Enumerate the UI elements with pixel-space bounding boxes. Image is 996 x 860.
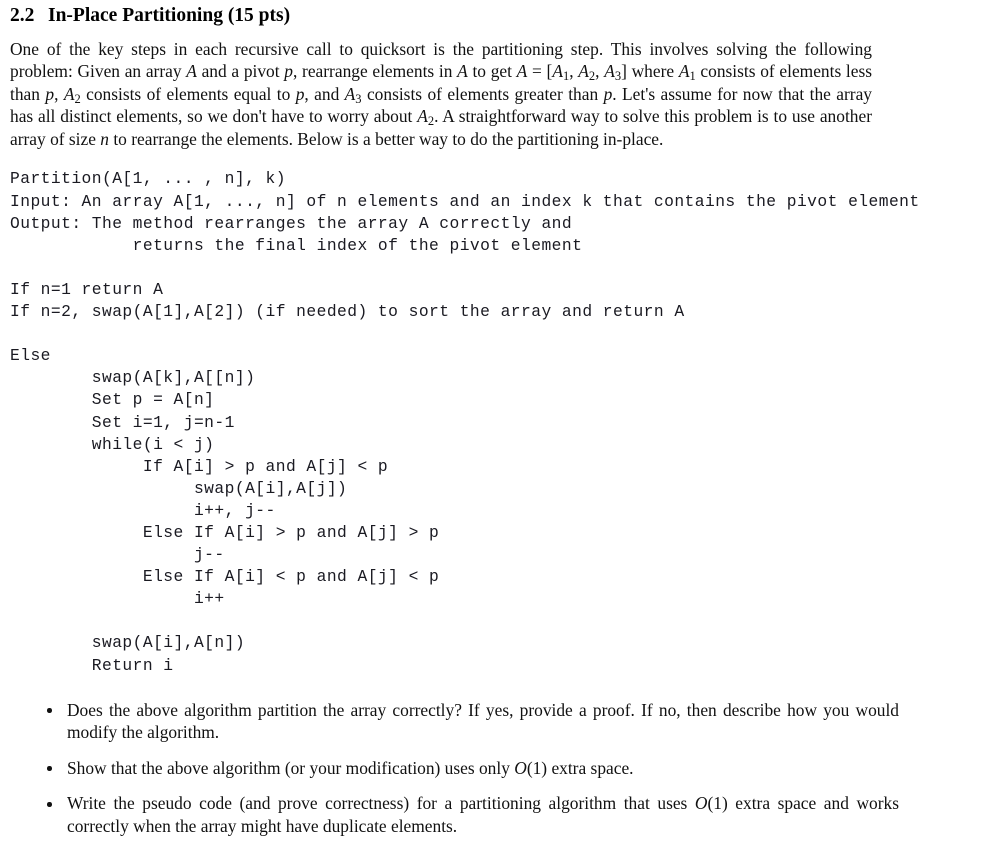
code-line: swap(A[i],A[n]): [10, 633, 246, 653]
code-line: Else: [10, 346, 51, 366]
math-var-A: A: [457, 61, 468, 82]
questions-list: Does the above algorithm partition the a…: [10, 677, 996, 838]
para-text-2: and a pivot: [196, 61, 285, 82]
math-var-A: A: [516, 61, 528, 82]
code-line: while(i < j): [10, 434, 215, 454]
para-text-11: consists of elements equal to: [80, 83, 296, 104]
para-text-8: where: [626, 61, 679, 82]
math-var-A-sub2: A2: [63, 83, 81, 105]
para-text-3: , rearrange elements in: [292, 61, 458, 82]
code-line: Return i: [10, 655, 174, 675]
para-comma-1: ,: [569, 61, 579, 82]
code-line: Input: An array A[1, ..., n] of n elemen…: [10, 191, 920, 211]
para-text-12: , and: [304, 83, 345, 104]
code-line: Output: The method rearranges the array …: [10, 213, 573, 233]
math-var-A-base: A: [344, 83, 356, 104]
bullet-dot-icon: [47, 801, 52, 807]
math-var-A-base: A: [604, 61, 615, 82]
code-line: returns the final index of the pivot ele…: [10, 235, 583, 255]
intro-paragraph: One of the key steps in each recursive c…: [10, 26, 872, 151]
question-text-lead: Write the pseudo code (and prove correct…: [67, 793, 695, 814]
pseudocode-block: Partition(A[1, ... , n], k) Input: An arr…: [10, 150, 996, 676]
code-line: If n=2, swap(A[1],A[2]) (if needed) to s…: [10, 302, 685, 322]
document-page: 2.2 In-Place Partitioning (15 pts) One of…: [10, 0, 996, 838]
math-var-A-sub2: A2: [578, 61, 595, 82]
code-line: Set p = A[n]: [10, 390, 215, 410]
bullet-dot-icon: [47, 708, 52, 713]
math-var-p: p: [45, 83, 55, 104]
code-line: swap(A[k],A[[n]): [10, 368, 256, 388]
para-text-10: ,: [54, 83, 64, 104]
math-big-o-arg: (1): [526, 757, 548, 778]
math-big-o: O: [694, 793, 708, 814]
section-heading: 2.2 In-Place Partitioning (15 pts): [10, 0, 996, 26]
code-line: i++: [10, 589, 225, 609]
code-line: Else If A[i] < p and A[j] < p: [10, 567, 440, 587]
section-title: In-Place Partitioning (15 pts): [48, 5, 291, 26]
list-item: Show that the above algorithm (or your m…: [40, 757, 899, 780]
code-line: j--: [10, 545, 225, 565]
code-line: Partition(A[1, ... , n], k): [10, 169, 286, 189]
math-var-A-sub3: A3: [604, 61, 621, 82]
para-text-4: to get: [467, 61, 517, 82]
list-item: Write the pseudo code (and prove correct…: [40, 792, 899, 837]
math-var-A-base: A: [678, 61, 690, 82]
code-line: Else If A[i] > p and A[j] > p: [10, 522, 440, 542]
math-var-A-base: A: [417, 106, 428, 127]
para-text-13: consists of elements greater than: [361, 83, 604, 104]
code-line: If A[i] > p and A[j] < p: [10, 456, 389, 476]
section-number: 2.2: [10, 5, 35, 26]
math-var-A-sub1: A1: [552, 61, 569, 82]
math-var-p: p: [284, 61, 293, 82]
math-big-o: O: [514, 757, 527, 778]
para-comma-2: ,: [595, 61, 605, 82]
math-var-A-base: A: [552, 61, 563, 82]
list-item: Does the above algorithm partition the a…: [40, 699, 899, 744]
math-var-A: A: [186, 61, 197, 82]
para-equals: =: [527, 61, 547, 82]
question-text-tail: extra space.: [547, 757, 634, 778]
math-var-A-sub1: A1: [678, 61, 696, 82]
code-line: swap(A[i],A[j]): [10, 478, 348, 498]
para-text-16: to rearrange the elements. Below is a be…: [109, 128, 664, 149]
question-text-lead: Show that the above algorithm (or your m…: [67, 757, 515, 778]
math-var-A-sub3: A3: [344, 83, 362, 105]
math-big-o-arg: (1): [707, 793, 728, 814]
code-line: i++, j--: [10, 500, 276, 520]
math-var-A-base: A: [63, 83, 75, 104]
bullet-dot-icon: [47, 766, 52, 771]
code-line: If n=1 return A: [10, 279, 164, 299]
math-var-A-base: A: [578, 61, 589, 82]
math-var-n: n: [100, 128, 109, 149]
math-var-A-sub2: A2: [417, 106, 434, 127]
question-text: Does the above algorithm partition the a…: [67, 699, 899, 743]
math-var-p: p: [603, 83, 613, 104]
code-line: Set i=1, j=n-1: [10, 412, 235, 432]
